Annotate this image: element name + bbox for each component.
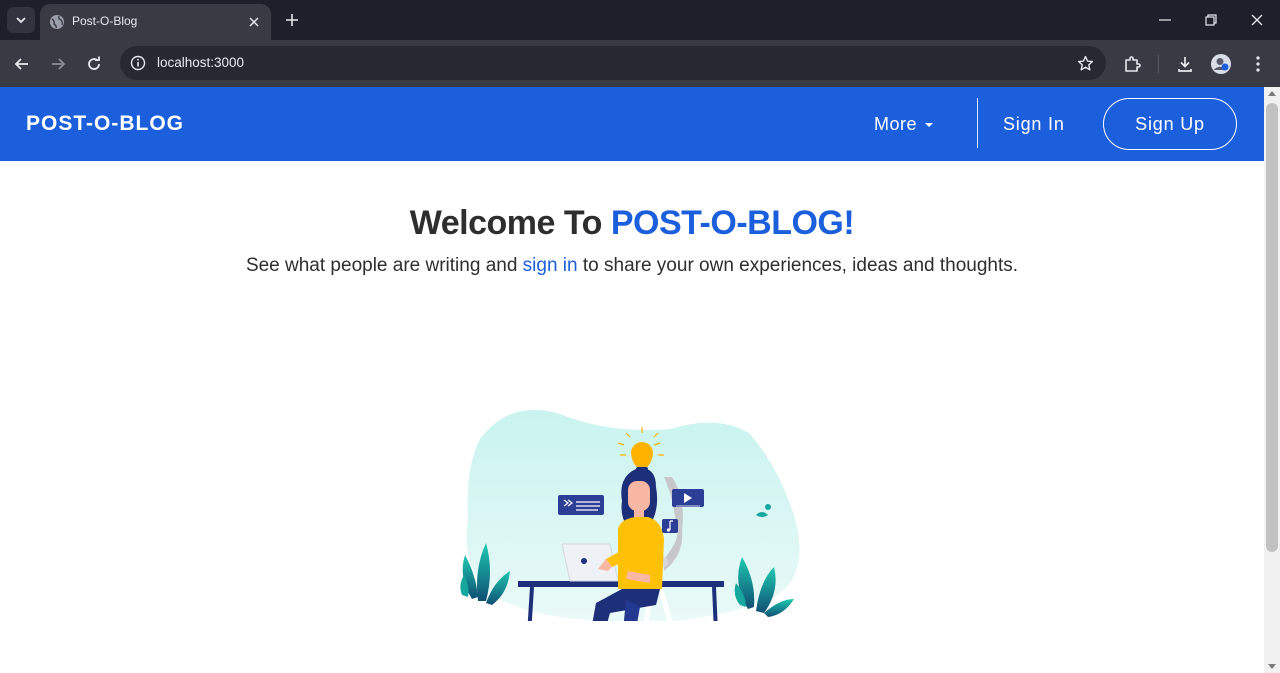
reload-icon[interactable]: [80, 50, 108, 78]
chevron-down-icon: [16, 17, 26, 24]
sign-up-label: Sign Up: [1135, 113, 1205, 134]
message-bubble: [558, 495, 604, 515]
back-icon[interactable]: [8, 50, 36, 78]
more-label: More: [874, 114, 918, 134]
sign-up-button[interactable]: Sign Up: [1103, 98, 1237, 150]
restore-icon[interactable]: [1188, 6, 1234, 34]
tab-title: Post-O-Blog: [72, 14, 138, 28]
hero-sign-in-link[interactable]: sign in: [523, 255, 578, 276]
scroll-down-arrow-icon[interactable]: [1268, 664, 1276, 669]
hero-subtitle: See what people are writing and sign in …: [0, 255, 1264, 277]
star-icon[interactable]: [1074, 52, 1096, 74]
url-text[interactable]: localhost:3000: [157, 55, 244, 70]
browser-toolbar: localhost:3000: [0, 40, 1280, 87]
nav-divider: [977, 98, 978, 148]
close-icon[interactable]: [245, 13, 263, 31]
hero-title: Welcome To POST-O-BLOG!: [0, 204, 1264, 243]
site-info-icon[interactable]: [126, 51, 150, 75]
kebab-menu-icon[interactable]: [1245, 51, 1271, 77]
address-bar[interactable]: localhost:3000: [120, 46, 1106, 80]
tab-search-button[interactable]: [7, 7, 35, 33]
hero-title-accent: POST-O-BLOG!: [610, 204, 855, 242]
scroll-up-arrow-icon[interactable]: [1268, 91, 1276, 96]
close-window-icon[interactable]: [1234, 6, 1280, 34]
browser-tabstrip: Post-O-Blog: [0, 0, 1280, 40]
hero-subtitle-after: to share your own experiences, ideas and…: [577, 255, 1019, 276]
hero-illustration: [460, 409, 800, 621]
profile-avatar[interactable]: [1208, 51, 1234, 77]
more-dropdown[interactable]: More: [874, 114, 934, 135]
caret-down-icon: [925, 122, 934, 127]
hero-title-prefix: Welcome To: [409, 204, 611, 242]
site-navbar: POST-O-BLOG More Sign In Sign Up: [0, 87, 1264, 161]
page-scrollbar[interactable]: [1264, 87, 1280, 673]
forward-icon[interactable]: [44, 50, 72, 78]
page-viewport: POST-O-BLOG More Sign In Sign Up Welcome…: [0, 87, 1264, 673]
brand-logo[interactable]: POST-O-BLOG: [26, 112, 184, 136]
extensions-icon[interactable]: [1119, 51, 1145, 77]
browser-tab[interactable]: Post-O-Blog: [40, 4, 271, 40]
sign-in-link[interactable]: Sign In: [1003, 114, 1065, 135]
video-bubble: [672, 489, 704, 507]
scrollbar-thumb[interactable]: [1266, 103, 1278, 552]
hero-subtitle-before: See what people are writing and: [245, 255, 523, 276]
plus-icon[interactable]: [280, 8, 304, 32]
globe-icon: [50, 15, 64, 29]
music-bubble: [662, 519, 678, 533]
minimize-icon[interactable]: [1142, 6, 1188, 34]
download-icon[interactable]: [1172, 51, 1198, 77]
toolbar-separator: [1158, 55, 1159, 73]
